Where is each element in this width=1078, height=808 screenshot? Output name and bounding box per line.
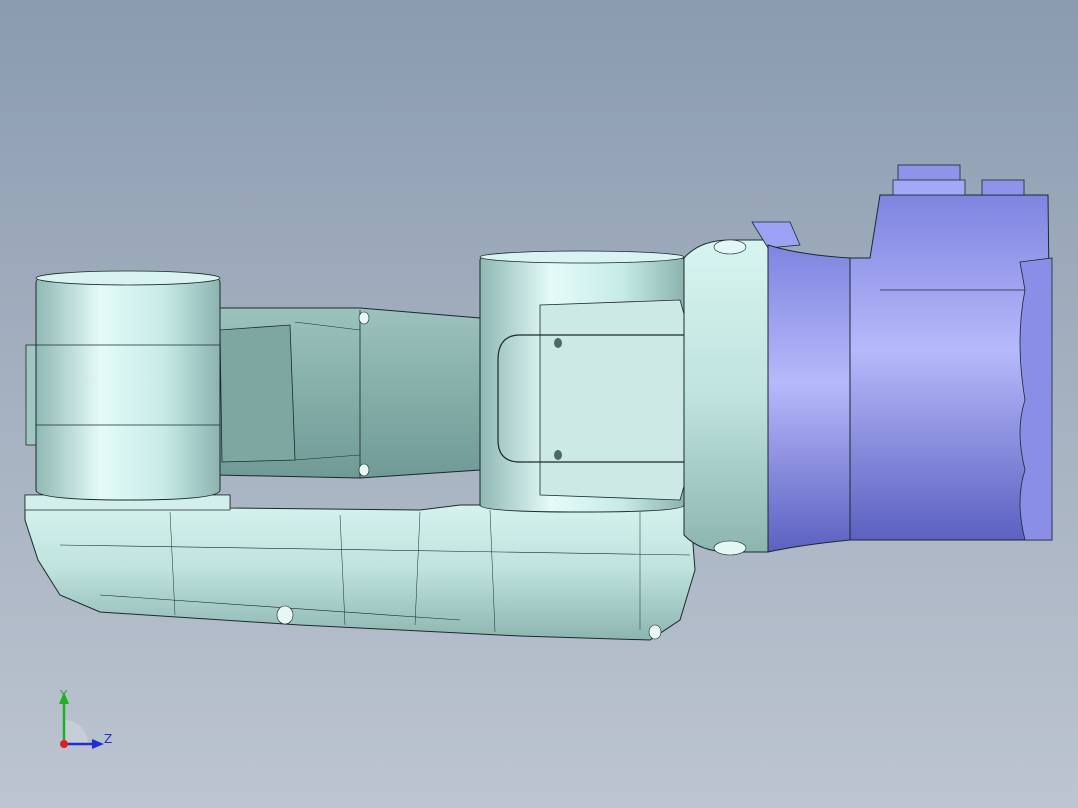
axis-triad: Y Z (59, 688, 112, 749)
triad-quadrant (64, 720, 88, 744)
lower-forearm (24, 494, 696, 641)
z-axis-label: Z (104, 732, 112, 746)
upper-link (214, 307, 481, 479)
cad-viewport[interactable]: Y Z (0, 0, 1078, 808)
left-joint-cylinder (25, 270, 221, 501)
y-axis-label: Y (59, 688, 68, 702)
model-canvas[interactable]: Y Z (0, 0, 1078, 808)
joint-flange (683, 239, 769, 556)
servo-motor (751, 164, 1053, 553)
x-axis-dot (60, 740, 68, 748)
